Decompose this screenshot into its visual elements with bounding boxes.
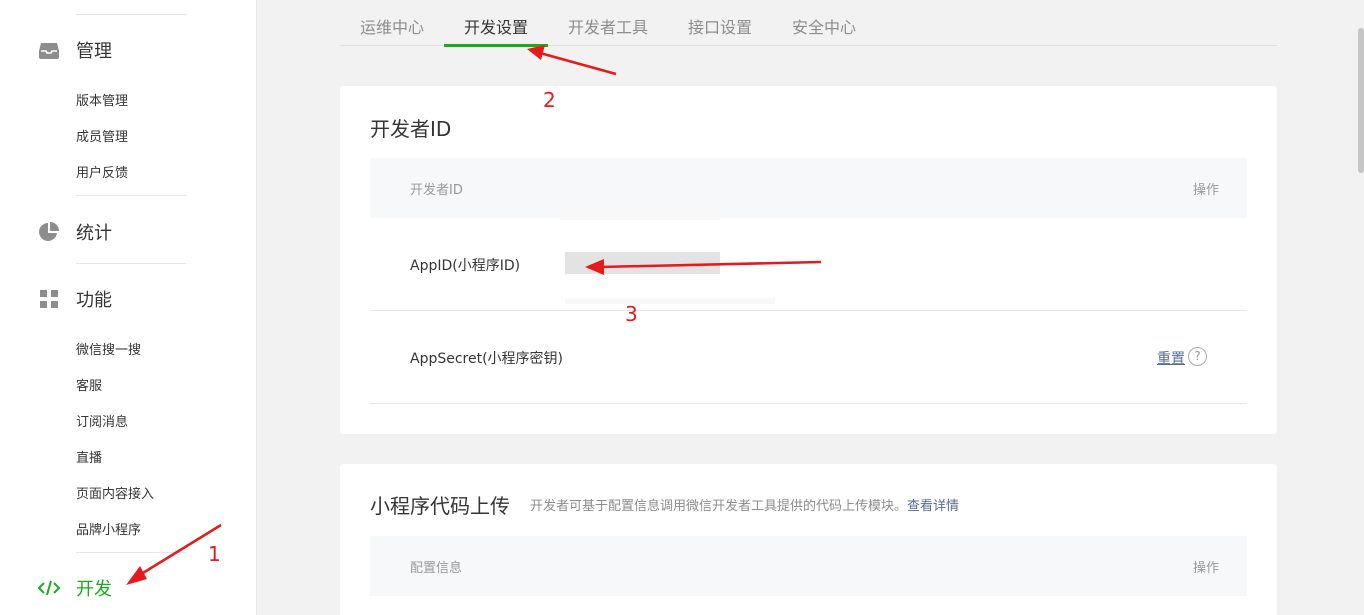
table-row-appsecret: AppSecret(小程序密钥) 重置 ? [370, 311, 1247, 404]
sidebar-item-customer-service[interactable]: 客服 [76, 375, 102, 394]
sidebar-divider [76, 263, 186, 264]
sidebar-section-label: 开发 [76, 579, 112, 600]
table-header: 配置信息 操作 [370, 536, 1247, 596]
sidebar-section-label: 管理 [76, 41, 112, 62]
sidebar-divider [76, 195, 186, 196]
annotation-label-1: 1 [208, 542, 221, 566]
sidebar-item-subscribe-msg[interactable]: 订阅消息 [76, 411, 128, 430]
sidebar-item-live[interactable]: 直播 [76, 447, 102, 466]
active-tab-underline [444, 44, 548, 47]
column-header-name: 配置信息 [410, 561, 463, 576]
card-title: 小程序代码上传 [370, 494, 510, 518]
sidebar-section-features[interactable]: 功能 [38, 286, 112, 312]
sidebar-divider [76, 552, 186, 553]
sidebar-section-label: 功能 [76, 290, 112, 311]
card-description: 开发者可基于配置信息调用微信开发者工具提供的代码上传模块。查看详情 [530, 495, 959, 514]
row-name-appid: AppID(小程序ID) [410, 258, 521, 274]
developer-id-card: 开发者ID 开发者ID 操作 AppID(小程序ID) AppSecret(小程… [340, 86, 1277, 434]
annotation-label-3: 3 [625, 302, 638, 326]
sidebar-section-dev[interactable]: 开发 [38, 575, 112, 601]
sidebar-item-page-content[interactable]: 页面内容接入 [76, 483, 154, 502]
sidebar-section-manage[interactable]: 管理 [38, 37, 112, 63]
grid-icon [38, 288, 60, 310]
column-header-name: 开发者ID [410, 183, 463, 198]
card-title: 开发者ID [370, 117, 452, 141]
column-header-action: 操作 [1192, 561, 1219, 576]
table-row-appid: AppID(小程序ID) [370, 212, 1247, 311]
sidebar-item-brand-miniprogram[interactable]: 品牌小程序 [76, 519, 141, 538]
sidebar: 管理 版本管理 成员管理 用户反馈 统计 功能 微信搜一搜 客服 订阅消息 直播… [0, 0, 257, 615]
sidebar-section-label: 统计 [76, 223, 112, 244]
annotation-label-2: 2 [543, 88, 556, 112]
redaction-blur [565, 298, 775, 304]
description-text: 开发者可基于配置信息调用微信开发者工具提供的代码上传模块。 [530, 499, 908, 514]
redaction-blur [560, 212, 720, 220]
sidebar-item-wechat-search[interactable]: 微信搜一搜 [76, 339, 141, 358]
code-icon [38, 577, 60, 599]
tab-dev-settings[interactable]: 开发设置 [464, 14, 528, 38]
row-name-appsecret: AppSecret(小程序密钥) [410, 351, 564, 367]
view-details-link[interactable]: 查看详情 [907, 499, 959, 514]
code-upload-card: 小程序代码上传 开发者可基于配置信息调用微信开发者工具提供的代码上传模块。查看详… [340, 464, 1277, 615]
help-icon[interactable]: ? [1188, 347, 1207, 366]
reset-link[interactable]: 重置 [1157, 348, 1185, 368]
page-scrollbar[interactable] [1358, 28, 1364, 173]
pie-chart-icon [38, 221, 60, 243]
redacted-appid [565, 252, 720, 274]
column-header-action: 操作 [1192, 183, 1219, 198]
tab-dev-tools[interactable]: 开发者工具 [568, 14, 648, 38]
tab-api-settings[interactable]: 接口设置 [688, 14, 752, 38]
sidebar-divider [76, 14, 186, 15]
annotation-arrow-2 [527, 45, 617, 76]
inbox-icon [38, 39, 60, 61]
sidebar-item-version[interactable]: 版本管理 [76, 90, 128, 109]
sidebar-section-stats[interactable]: 统计 [38, 219, 112, 245]
sidebar-item-feedback[interactable]: 用户反馈 [76, 162, 128, 181]
sidebar-item-members[interactable]: 成员管理 [76, 126, 128, 145]
tab-ops-center[interactable]: 运维中心 [360, 14, 424, 38]
tab-security-center[interactable]: 安全中心 [792, 14, 856, 38]
table-header: 开发者ID 操作 [370, 158, 1247, 218]
